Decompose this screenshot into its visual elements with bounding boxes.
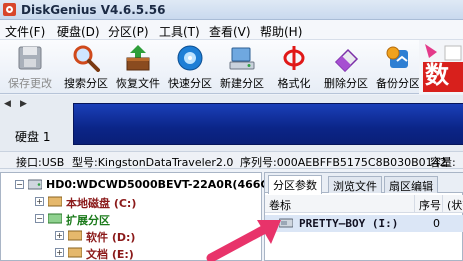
partition-icon	[68, 247, 82, 258]
partition-index: 0	[433, 217, 440, 230]
window-title: DiskGenius V4.6.5.56	[21, 3, 166, 17]
partition-icon	[48, 196, 62, 207]
tree-item-label: 文档 (E:)	[86, 248, 134, 261]
collapse-icon[interactable]: −	[35, 214, 44, 223]
disk-interface: 接口:USB	[16, 156, 65, 169]
table-row[interactable]: PRETTY—BOY (I:) 0	[265, 215, 463, 232]
save-icon	[18, 46, 42, 70]
tree-item-label: 本地磁盘 (C:)	[66, 197, 137, 210]
save-changes-label: 保存更改	[8, 77, 52, 90]
disk-partition-map[interactable]	[73, 103, 463, 145]
toolbar: 保存更改 搜索分区 恢复文件 快速分区 新建分区 格式化 删除分区 备份分区	[0, 40, 463, 94]
disk-label: 硬盘 1	[15, 130, 51, 144]
menu-bar: 文件(F) 硬盘(D) 分区(P) 工具(T) 查看(V) 帮助(H)	[0, 20, 463, 40]
expand-icon[interactable]: +	[55, 231, 64, 240]
disk-serial: 序列号:000AEBFFB5175C8B030B0142	[240, 156, 447, 169]
tab-partition-params[interactable]: 分区参数	[268, 175, 322, 194]
tab-sector-edit[interactable]: 扇区编辑	[384, 176, 438, 193]
column-header-status[interactable]: (状态	[443, 195, 463, 213]
hdd-icon	[28, 179, 42, 190]
backup-partition-button[interactable]: 备份分区	[370, 42, 426, 92]
annotation-arrow-icon	[206, 220, 281, 261]
partition-icon	[68, 230, 82, 241]
disk-model: 型号:KingstonDataTraveler2.0	[72, 156, 234, 169]
menu-tools[interactable]: 工具(T)	[159, 23, 200, 40]
collapse-icon[interactable]: −	[15, 180, 24, 189]
prev-disk-icon[interactable]: ◀	[4, 99, 11, 109]
app-logo-icon	[3, 3, 16, 16]
menu-partition[interactable]: 分区(P)	[108, 23, 149, 40]
partition-panel: 分区参数 浏览文件 扇区编辑 卷标 序号 (状态 PRETTY—BOY (I:)…	[264, 172, 463, 261]
column-header-label[interactable]: 卷标	[265, 195, 415, 213]
menu-help[interactable]: 帮助(H)	[260, 23, 302, 40]
ad-text: 数	[425, 61, 449, 89]
drive-icon	[229, 47, 255, 70]
tree-item-label: HD0:WDCWD5000BEVT-22A0R(466GB)	[46, 178, 283, 191]
tab-browse-files[interactable]: 浏览文件	[328, 176, 382, 193]
expand-icon[interactable]: +	[35, 197, 44, 206]
phi-icon	[283, 46, 305, 70]
column-header-index[interactable]: 序号	[415, 195, 443, 213]
disc-icon	[177, 45, 203, 71]
next-disk-icon[interactable]: ▶	[20, 99, 27, 109]
save-changes-button[interactable]: 保存更改	[2, 42, 58, 92]
tab-bar: 分区参数 浏览文件 扇区编辑	[265, 173, 463, 194]
disk-info-line: 接口:USB 型号:KingstonDataTraveler2.0 序列号:00…	[0, 151, 463, 169]
expand-icon[interactable]: +	[55, 248, 64, 257]
menu-view[interactable]: 查看(V)	[209, 23, 251, 40]
magnifier-icon	[73, 45, 100, 72]
partition-name: PRETTY—BOY (I:)	[299, 217, 399, 230]
ad-banner[interactable]: 数	[419, 40, 463, 94]
backup-icon	[386, 46, 408, 68]
tree-item-label: 软件 (D:)	[86, 231, 136, 244]
title-bar: DiskGenius V4.6.5.56	[0, 0, 463, 20]
box-arrow-icon	[126, 45, 150, 71]
menu-file[interactable]: 文件(F)	[5, 23, 45, 40]
tree-item-label: 扩展分区	[66, 214, 110, 227]
extended-icon	[48, 213, 62, 224]
menu-disk[interactable]: 硬盘(D)	[57, 23, 100, 40]
disk-capacity: 容量:	[430, 156, 456, 169]
eraser-icon	[334, 48, 359, 72]
